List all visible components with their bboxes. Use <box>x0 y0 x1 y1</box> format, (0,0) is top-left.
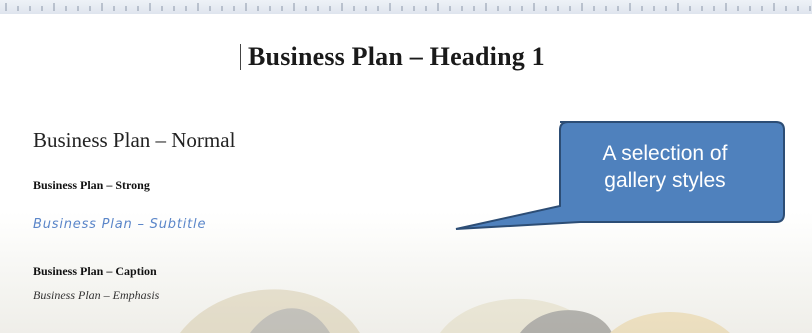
callout-line-2: gallery styles <box>604 169 726 192</box>
emphasis-style-sample[interactable]: Business Plan – Emphasis <box>33 288 159 303</box>
caption-style-sample[interactable]: Business Plan – Caption <box>33 264 157 279</box>
heading1-style-sample[interactable]: Business Plan – Heading 1 <box>248 42 545 72</box>
normal-style-sample[interactable]: Business Plan – Normal <box>33 128 235 153</box>
subtitle-style-sample[interactable]: Business Plan – Subtitle <box>33 217 206 232</box>
callout-line-1: A selection of <box>602 142 728 165</box>
callout-text: A selection of gallery styles <box>548 140 782 194</box>
strong-style-sample[interactable]: Business Plan – Strong <box>33 178 150 193</box>
text-cursor <box>240 44 241 70</box>
